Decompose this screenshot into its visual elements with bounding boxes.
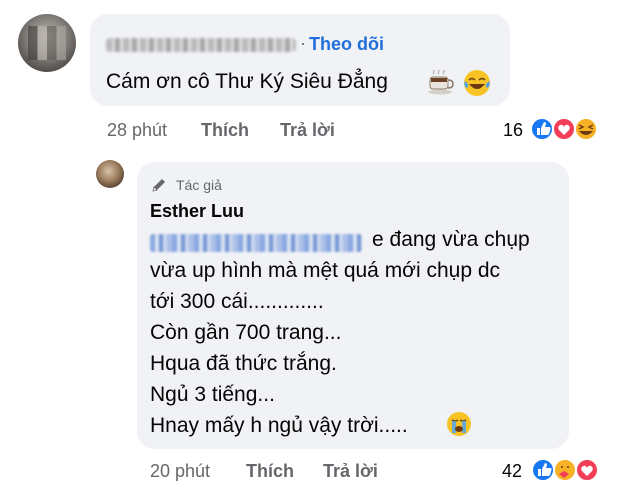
like-icon <box>530 117 554 141</box>
reaction-count[interactable]: 42 <box>502 461 522 482</box>
reply-text-line: e đang vừa chụp <box>372 228 530 251</box>
reply-button[interactable]: Trả lời <box>323 461 378 482</box>
reply-text-line: Ngủ 3 tiếng... <box>150 383 275 406</box>
reactions-summary[interactable] <box>530 456 606 484</box>
haha-icon <box>574 117 598 141</box>
pencil-icon <box>152 179 165 192</box>
love-icon <box>575 458 599 482</box>
follow-link[interactable]: Theo dõi <box>309 34 384 55</box>
reply-button[interactable]: Trả lời <box>280 120 335 141</box>
blurred-mention[interactable] <box>150 234 362 252</box>
reply-time[interactable]: 20 phút <box>150 461 210 482</box>
author-avatar[interactable] <box>96 160 124 188</box>
reactions-summary[interactable] <box>529 115 605 143</box>
author-name[interactable]: Esther Luu <box>150 201 244 222</box>
care-icon <box>553 458 577 482</box>
comment-time[interactable]: 28 phút <box>107 120 167 141</box>
like-button[interactable]: Thích <box>201 120 249 141</box>
reaction-count[interactable]: 16 <box>503 120 523 141</box>
reply-text-line: Hnay mấy h ngủ vậy trời..... <box>150 414 408 437</box>
love-icon <box>552 117 576 141</box>
like-button[interactable]: Thích <box>246 461 294 482</box>
crying-face-icon <box>447 412 471 436</box>
author-badge: Tác giả <box>176 177 222 193</box>
separator-dot: · <box>300 33 306 53</box>
reply-text-line: Hqua đã thức trắng. <box>150 352 337 375</box>
like-icon <box>531 458 555 482</box>
tears-of-joy-icon <box>464 70 490 96</box>
reply-text-line: tới 300 cái............. <box>150 290 324 313</box>
coffee-cup-icon <box>428 70 454 95</box>
blurred-commenter-name[interactable] <box>106 38 296 52</box>
reply-text-line: Còn gần 700 trang... <box>150 321 342 344</box>
comment-text: Cám ơn cô Thư Ký Siêu Đẳng <box>106 70 388 93</box>
reply-text-line: vừa up hình mà mệt quá mới chụp dc <box>150 259 501 282</box>
commenter-avatar[interactable] <box>18 14 76 72</box>
